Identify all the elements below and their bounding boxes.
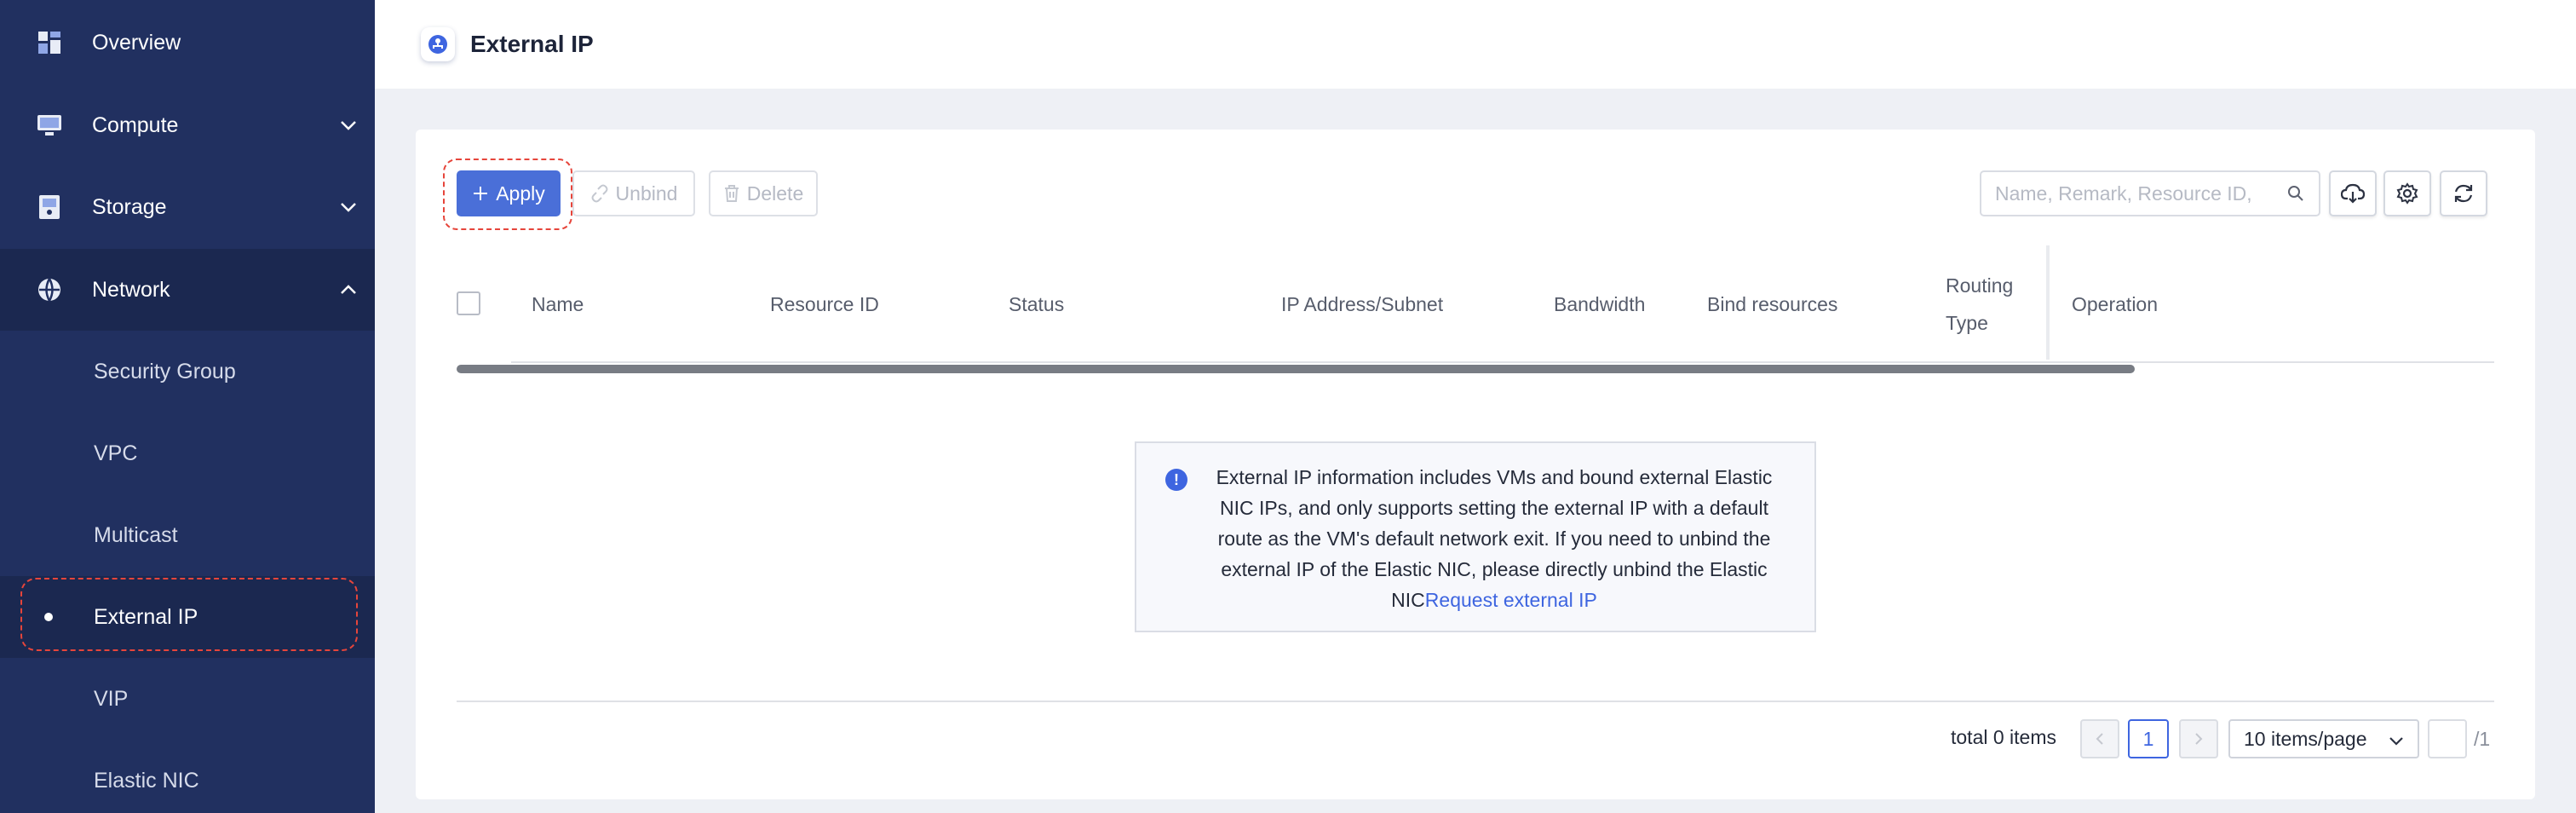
dashboard-icon [36,29,63,56]
sidebar-item-overview[interactable]: Overview [0,2,375,84]
delete-button[interactable]: Delete [709,170,818,216]
network-icon [36,276,63,303]
page-jump-input[interactable] [2428,719,2467,758]
download-button[interactable] [2329,170,2377,216]
unlink-icon [591,184,608,203]
sidebar-item-label: Storage [92,194,167,219]
column-header-operation: Operation [2072,293,2159,315]
column-header-status[interactable]: Status [1009,293,1064,316]
settings-button[interactable] [2383,170,2431,216]
settings-icon [2396,182,2418,205]
column-header-routing-type[interactable]: Routing [1946,274,2013,297]
page-size-select[interactable]: 10 items/page [2228,719,2419,758]
sidebar-item-multicast[interactable]: Multicast [0,494,375,576]
column-header-bind-resources[interactable]: Bind resources [1707,293,1837,316]
refresh-icon [2454,184,2473,203]
sidebar-item-label: Overview [92,30,181,55]
sidebar-item-elastic-nic[interactable]: Elastic NIC [0,740,375,813]
column-header-resource-id[interactable]: Resource ID [770,293,879,316]
unbind-button[interactable]: Unbind [572,170,695,216]
chevron-down-icon [341,121,356,130]
sidebar-subitem-label: VIP [94,686,129,711]
sidebar-item-network[interactable]: Network [0,249,375,331]
sidebar-subitem-label: Multicast [94,522,178,547]
sidebar-item-vpc[interactable]: VPC [0,412,375,494]
sidebar-subitem-label: Security Group [94,359,236,383]
prev-page-button[interactable] [2080,719,2119,758]
current-page[interactable]: 1 [2128,719,2169,758]
sidebar-item-storage[interactable]: Storage [0,166,375,248]
page-size-value: 10 items/page [2244,727,2367,750]
chevron-up-icon [341,285,356,294]
chevron-down-icon [2389,737,2403,746]
chevron-left-icon [2096,733,2103,745]
sidebar-subitem-label: VPC [94,441,138,465]
page-header: External IP [375,0,2576,89]
empty-info-box: ! External IP information includes VMs a… [1135,441,1816,632]
sidebar-item-security-group[interactable]: Security Group [0,331,375,412]
cloud-download-icon [2341,183,2365,204]
search-icon[interactable] [2286,184,2305,203]
unbind-button-label: Unbind [615,182,678,205]
table-header-divider [511,361,2494,363]
monitor-icon [36,112,63,139]
chevron-right-icon [2195,733,2203,745]
page-count: /1 [2474,728,2491,750]
apply-button[interactable]: Apply [457,170,561,216]
delete-button-label: Delete [746,182,804,205]
column-header-bandwidth[interactable]: Bandwidth [1554,293,1645,316]
select-all-checkbox[interactable] [457,291,480,315]
external-ip-icon [421,27,455,61]
plus-icon [474,187,488,200]
search-input[interactable] [1995,182,2285,205]
refresh-button[interactable] [2440,170,2487,216]
horizontal-scrollbar[interactable] [457,365,2135,373]
storage-icon [36,193,63,221]
search-box [1980,170,2320,216]
table-footer-divider [457,701,2494,702]
next-page-button[interactable] [2179,719,2218,758]
page-title: External IP [470,31,594,57]
sidebar-item-label: Network [92,277,170,302]
column-header-name[interactable]: Name [532,293,584,316]
sidebar-item-vip[interactable]: VIP [0,658,375,740]
trash-icon [724,185,739,202]
column-header-routing-type-line2: Type [1946,312,1988,334]
column-header-ip-address[interactable]: IP Address/Subnet [1281,293,1443,316]
sidebar-item-compute[interactable]: Compute [0,84,375,166]
chevron-down-icon [341,203,356,212]
sidebar: Overview Compute Storage Network Securit… [0,0,375,813]
column-divider [2046,245,2050,360]
highlight-outline [20,578,358,651]
sidebar-item-label: Compute [92,112,179,137]
request-external-ip-link[interactable]: Request external IP [1425,589,1597,611]
apply-button-label: Apply [496,182,545,205]
total-items: total 0 items [1951,726,2056,748]
info-icon: ! [1165,469,1187,491]
sidebar-subitem-label: Elastic NIC [94,768,199,793]
empty-info-text: External IP information includes VMs and… [1205,462,1784,615]
